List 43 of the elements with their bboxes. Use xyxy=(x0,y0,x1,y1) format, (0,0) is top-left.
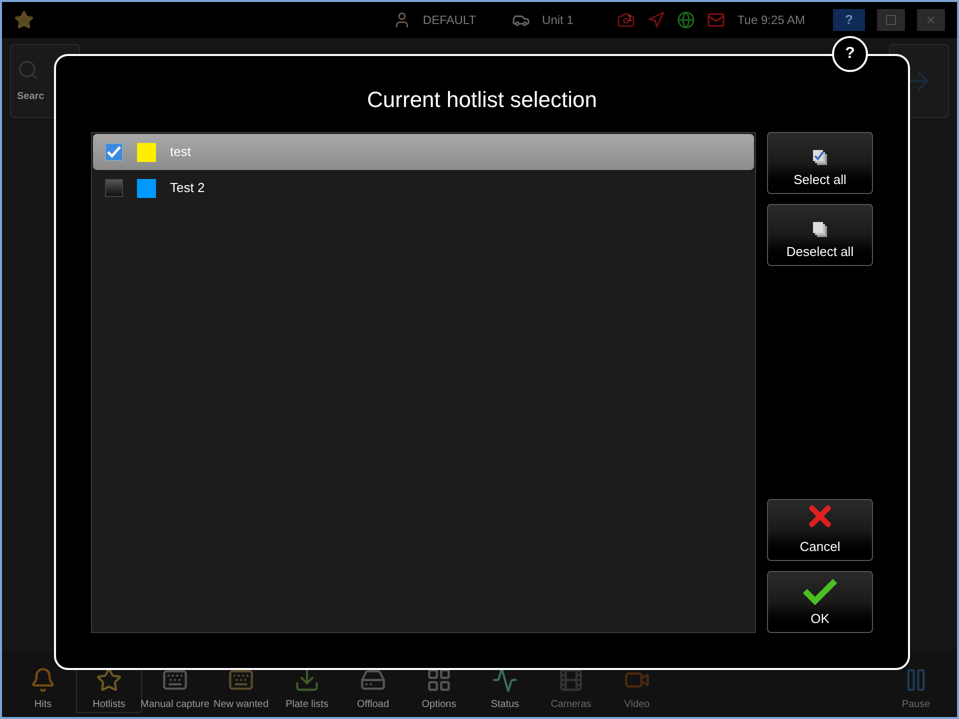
dialog-title: Current hotlist selection xyxy=(366,86,598,114)
toolbar-button[interactable]: Hits xyxy=(10,655,76,713)
help-button[interactable]: ? xyxy=(833,9,865,31)
close-button[interactable] xyxy=(917,9,945,31)
alert-count: 1 xyxy=(627,14,632,23)
bell-icon xyxy=(30,667,56,693)
download-icon xyxy=(294,667,320,693)
toolbar-button[interactable]: Status xyxy=(472,655,538,713)
camera-icon xyxy=(617,11,636,29)
toolbar-button[interactable]: New wanted xyxy=(208,655,274,713)
search-label: Searc xyxy=(17,90,44,104)
toolbar-button[interactable]: Options xyxy=(406,655,472,713)
navigation-icon xyxy=(647,11,666,29)
hotlist-name: Test 2 xyxy=(170,179,205,198)
search-icon xyxy=(17,58,39,80)
pulse-icon xyxy=(492,667,518,693)
globe-icon xyxy=(677,11,696,29)
maximize-button[interactable] xyxy=(877,9,905,31)
maximize-icon xyxy=(885,14,897,26)
dialog-button[interactable]: Cancel xyxy=(767,499,873,561)
hotlist-row[interactable]: Test 2 xyxy=(93,170,754,206)
dialog-button[interactable]: OK xyxy=(767,571,873,633)
dialog-button[interactable]: Select all xyxy=(767,132,873,194)
grid-icon xyxy=(426,667,452,693)
checkmark-icon xyxy=(802,576,838,604)
clock-time: Tue 9:25 AM xyxy=(737,12,805,29)
pages-icon xyxy=(811,220,829,238)
checkbox[interactable] xyxy=(105,143,123,161)
help-button[interactable]: ? xyxy=(832,36,868,72)
user-name: DEFAULT xyxy=(422,12,476,29)
badge-icon xyxy=(14,10,34,30)
star-icon xyxy=(96,667,122,693)
toolbar-button[interactable]: Offload xyxy=(340,655,406,713)
checkbox[interactable] xyxy=(105,179,123,197)
camera-strip-icon xyxy=(558,667,584,693)
toolbar-button[interactable]: Manual capture xyxy=(142,655,208,713)
checked-pages-icon xyxy=(811,148,829,166)
unit-name: Unit 1 xyxy=(542,12,574,29)
close-icon xyxy=(925,14,937,26)
toolbar-button[interactable]: Plate lists xyxy=(274,655,340,713)
dialog-button[interactable]: Deselect all xyxy=(767,204,873,266)
mail-icon xyxy=(707,11,726,29)
hotlist-name: test xyxy=(170,143,191,162)
